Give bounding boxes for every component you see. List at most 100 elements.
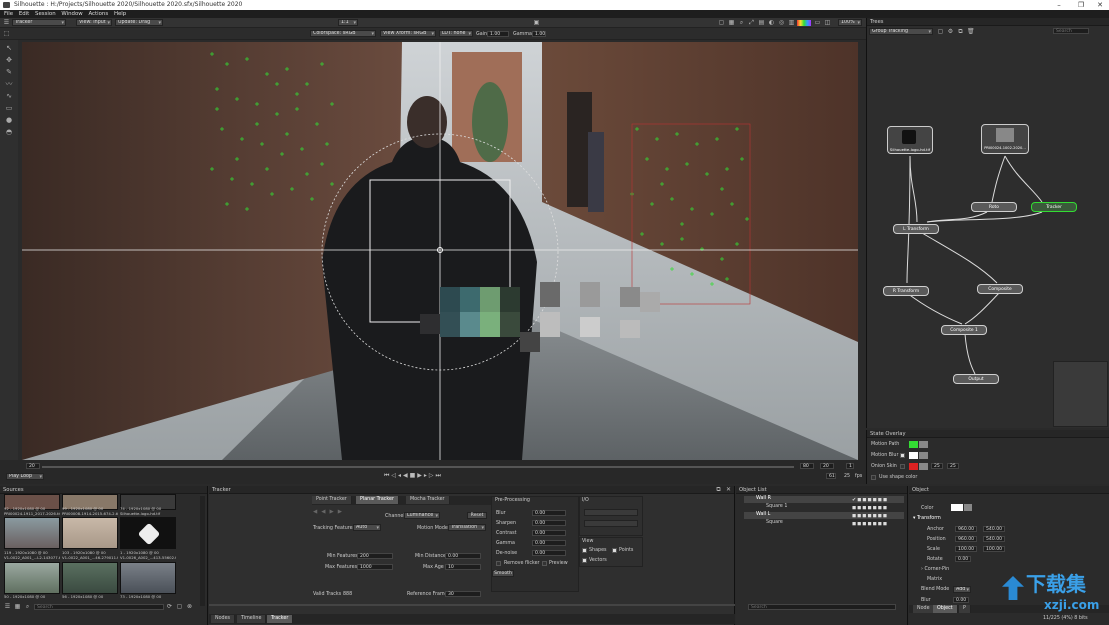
menu-session[interactable]: Session [35,11,56,17]
min-distance-field[interactable]: 0.00 [445,553,481,559]
tab-node[interactable]: Node [913,605,935,613]
onion-skin-color-2[interactable] [919,463,928,470]
trees-search-input[interactable]: Search [1053,28,1089,34]
object-color-swatch-2[interactable] [964,504,972,511]
source-thumb-9[interactable] [120,562,176,594]
gamma-field[interactable]: 0.00 [532,540,566,546]
object-search-input[interactable]: Search [748,604,896,610]
aspect-icon[interactable]: ▭ [814,19,821,26]
frame-end-field[interactable]: 80 [800,463,814,469]
shapes-checkbox[interactable] [582,548,587,553]
tab-mocha-tracker[interactable]: Mocha Tracker [406,496,450,504]
play-mode-dropdown[interactable]: Play Loop [6,473,44,480]
timeline-scrub[interactable] [42,466,794,468]
node-silhouette-logo[interactable]: Silhouette-logo-hd.tif [887,126,933,154]
node-composite-1[interactable]: Composite 1 [941,325,987,335]
import-icon[interactable]: ▢ [176,603,183,610]
source-thumb-4[interactable] [4,517,60,549]
camera-icon[interactable]: ▣ [533,19,540,26]
tab-tracker[interactable]: Tracker [267,615,294,623]
magnet-tool-icon[interactable]: ◓ [5,128,13,136]
copy-tree-icon[interactable]: ⧉ [957,28,964,35]
tab-planar-tracker[interactable]: Planar Tracker [356,496,399,504]
motion-blur-checkbox[interactable] [900,453,905,458]
tab-object[interactable]: Object [933,605,958,613]
frame-start-field[interactable]: 1 [846,463,854,469]
scale-y-field[interactable]: 100.00 [983,546,1005,552]
motion-path-color-2[interactable] [919,441,928,448]
alpha-icon[interactable]: ▥ [788,19,795,26]
preview-checkbox[interactable] [542,561,547,566]
reference-frame-field[interactable]: 30 [445,591,481,597]
overlay-icon[interactable]: ◎ [778,19,785,26]
bspline-tool-icon[interactable]: 〰 [5,80,13,88]
position-x-field[interactable]: 960.00 [955,536,977,542]
pen-tool-icon[interactable]: ✎ [5,68,13,76]
delete-icon[interactable]: ⊗ [186,603,193,610]
viewer-canvas[interactable] [22,42,858,460]
rect-tool-icon[interactable]: ▭ [5,104,13,112]
node-roto[interactable]: Roto [971,202,1017,212]
tree-group-dropdown[interactable]: Group Tracking [869,28,933,35]
viewer-menu-icon[interactable]: ☰ [3,19,10,26]
tracking-features-dropdown[interactable]: Auto [353,524,381,531]
onion-skin-color[interactable] [909,463,918,470]
node-r-transform[interactable]: R Transform [883,286,929,296]
node-minimap[interactable] [1053,361,1108,427]
guides-icon[interactable]: ▤ [758,19,765,26]
export-button[interactable] [584,520,638,527]
frame-a-field[interactable]: 61 [826,473,836,479]
view-dropdown[interactable]: View: Input [76,19,112,26]
delete-tree-icon[interactable]: 🗑 [967,28,975,35]
rotate-field[interactable]: 0.00 [955,556,971,562]
sharpen-field[interactable]: 0.00 [532,520,566,526]
source-thumb-5[interactable] [62,517,118,549]
object-visibility-toggles[interactable]: ✔◼◼◼◼◼◼ ◼◼◼◼◼◼◼ ◼◼◼◼◼◼◼ ◼◼◼◼◼◼◼ [852,496,904,528]
update-dropdown[interactable]: Update: Drag [115,19,163,26]
channel-dropdown[interactable]: Luminance [404,512,440,519]
blur-field[interactable]: 0.00 [532,510,566,516]
maximize-button[interactable]: ❐ [1072,0,1090,10]
ellipse-tool-icon[interactable]: ● [5,116,13,124]
track-buttons[interactable]: ◀◀▶▶ [313,509,346,515]
menu-edit[interactable]: Edit [19,11,29,17]
remove-flicker-checkbox[interactable] [496,561,501,566]
menu-window[interactable]: Window [61,11,82,17]
min-features-field[interactable]: 200 [357,553,393,559]
onion-before-field[interactable]: 25 [931,463,943,469]
panel-close-icon[interactable]: ✕ [725,486,732,493]
current-frame-field[interactable]: 20 [26,463,40,469]
colorspace-dropdown[interactable]: Colorspace: sRGB [310,30,376,37]
tab-point-tracker[interactable]: Point Tracker [312,496,352,504]
motion-model-dropdown[interactable]: Translation [448,524,486,531]
viewer-tool-icon[interactable]: ⬚ [3,30,10,37]
zoom-percent-dropdown[interactable]: 100% [838,19,862,26]
vectors-checkbox[interactable] [582,558,587,563]
menu-file[interactable]: File [4,11,13,17]
view-xform-dropdown[interactable]: View Xform: sRGB [380,30,436,37]
blur-field[interactable]: 0.00 [953,597,969,603]
max-age-field[interactable]: 10 [445,564,481,570]
gain-field[interactable]: 1.00 [487,31,509,37]
channel-color-icon[interactable] [797,20,811,26]
contrast-field[interactable]: 0.00 [532,530,566,536]
onion-skin-checkbox[interactable] [900,464,905,469]
close-button[interactable]: ✕ [1091,0,1109,10]
max-features-field[interactable]: 1000 [357,564,393,570]
source-thumb-6[interactable] [120,517,176,549]
node-source-clip[interactable]: PRI00024-1002-2020... [981,124,1029,154]
zoom-icon[interactable]: ⌕ [24,603,31,610]
frame-field[interactable]: 20 [820,463,834,469]
transform-tool-icon[interactable]: ✥ [5,56,13,64]
tree-settings-icon[interactable]: ⚙ [947,28,954,35]
object-color-swatch[interactable] [951,504,963,511]
motion-path-color[interactable] [909,441,918,448]
zoom-dropdown[interactable]: 1:1 [338,19,358,26]
mask-icon[interactable]: ◐ [768,19,775,26]
node-select-dropdown[interactable]: Tracker [12,19,66,26]
import-button[interactable] [584,509,638,516]
source-thumb-7[interactable] [4,562,60,594]
anchor-y-field[interactable]: 540.00 [983,526,1005,532]
fit-icon[interactable]: ⤢ [748,19,755,26]
tracker-hscroll[interactable] [209,604,735,606]
